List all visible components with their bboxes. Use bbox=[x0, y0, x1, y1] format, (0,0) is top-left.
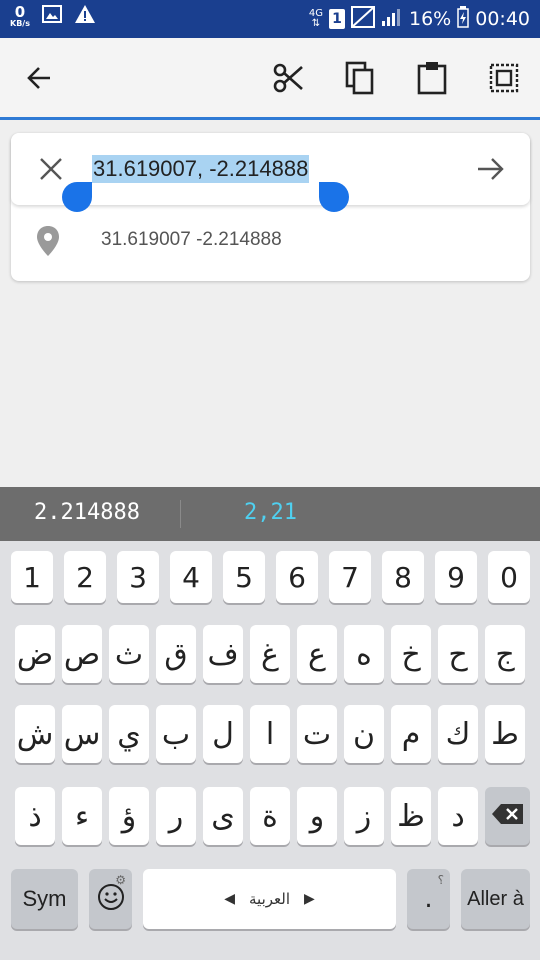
key-sad[interactable]: ص bbox=[62, 625, 102, 683]
key-zay[interactable]: ز bbox=[344, 787, 384, 845]
battery-charging-icon bbox=[457, 5, 469, 33]
clock: 00:40 bbox=[475, 8, 530, 30]
key-ta-marbuta[interactable]: ة bbox=[250, 787, 290, 845]
language-prev-icon: ◀ bbox=[224, 891, 235, 907]
key-waw[interactable]: و bbox=[297, 787, 337, 845]
key-fa[interactable]: ف bbox=[203, 625, 243, 683]
key-jim[interactable]: ج bbox=[485, 625, 525, 683]
key-qaf[interactable]: ق bbox=[156, 625, 196, 683]
key-hha[interactable]: ح bbox=[438, 625, 478, 683]
key-ya[interactable]: ي bbox=[109, 705, 149, 763]
key-6[interactable]: 6 bbox=[276, 551, 318, 603]
result-coordinates: 31.619007 -2.214888 bbox=[101, 229, 282, 250]
search-result-item[interactable]: 31.619007 -2.214888 bbox=[11, 205, 530, 281]
no-signal-icon bbox=[351, 5, 375, 33]
punctuation-main: . bbox=[424, 884, 433, 914]
key-sin[interactable]: س bbox=[62, 705, 102, 763]
search-bar: 31.619007, -2.214888 bbox=[11, 133, 530, 212]
status-bar: 0 KB/s 4G ⇅ 1 16% 00:40 bbox=[0, 0, 540, 38]
key-dhal[interactable]: ذ bbox=[15, 787, 55, 845]
key-9[interactable]: 9 bbox=[435, 551, 477, 603]
space-key[interactable]: ◀ العربية ▶ bbox=[143, 869, 396, 929]
go-arrow-icon[interactable] bbox=[474, 153, 506, 185]
select-all-icon[interactable] bbox=[486, 60, 522, 96]
key-mim[interactable]: م bbox=[391, 705, 431, 763]
smiley-icon bbox=[96, 882, 126, 916]
keyboard: 1 2 3 4 5 6 7 8 9 0 ض ص ث ق ف غ ع ه خ ح … bbox=[0, 541, 540, 960]
space-language-label: العربية bbox=[249, 890, 290, 908]
language-next-icon: ▶ bbox=[304, 891, 315, 907]
network-type-label: 4G bbox=[308, 8, 323, 19]
punctuation-hint: ؟ bbox=[437, 873, 444, 887]
sym-key[interactable]: Sym bbox=[11, 869, 78, 929]
paste-clipboard-icon[interactable] bbox=[414, 60, 450, 96]
key-0[interactable]: 0 bbox=[488, 551, 530, 603]
key-4[interactable]: 4 bbox=[170, 551, 212, 603]
location-pin-icon bbox=[35, 225, 61, 261]
enter-go-key[interactable]: Aller à bbox=[461, 869, 530, 929]
network-type: 4G ⇅ bbox=[308, 8, 323, 29]
copy-icon[interactable] bbox=[342, 60, 378, 96]
suggestion-secondary[interactable]: 2,21 bbox=[244, 500, 297, 525]
key-dad[interactable]: ض bbox=[15, 625, 55, 683]
key-ra[interactable]: ر bbox=[156, 787, 196, 845]
key-tha[interactable]: ث bbox=[109, 625, 149, 683]
key-lam[interactable]: ل bbox=[203, 705, 243, 763]
selection-toolbar bbox=[0, 38, 540, 120]
key-5[interactable]: 5 bbox=[223, 551, 265, 603]
key-nun[interactable]: ن bbox=[344, 705, 384, 763]
key-kaf[interactable]: ك bbox=[438, 705, 478, 763]
key-ta[interactable]: ت bbox=[297, 705, 337, 763]
key-8[interactable]: 8 bbox=[382, 551, 424, 603]
key-ayn[interactable]: ع bbox=[297, 625, 337, 683]
network-speed: 0 KB/s bbox=[10, 2, 30, 28]
punctuation-key[interactable]: . ؟ bbox=[407, 869, 450, 929]
emoji-key[interactable]: ⚙ bbox=[89, 869, 132, 929]
keyboard-suggestion-strip: 2.214888 2,21 bbox=[0, 487, 540, 541]
key-3[interactable]: 3 bbox=[117, 551, 159, 603]
image-notification-icon bbox=[41, 4, 62, 28]
cut-scissors-icon[interactable] bbox=[270, 60, 306, 96]
battery-percent: 16% bbox=[409, 8, 452, 30]
key-2[interactable]: 2 bbox=[64, 551, 106, 603]
network-speed-value: 0 bbox=[14, 2, 26, 21]
backspace-key[interactable] bbox=[485, 787, 530, 845]
key-1[interactable]: 1 bbox=[11, 551, 53, 603]
key-ha[interactable]: ه bbox=[344, 625, 384, 683]
key-waw-hamza[interactable]: ؤ bbox=[109, 787, 149, 845]
search-input[interactable]: 31.619007, -2.214888 bbox=[92, 155, 310, 183]
key-ghayn[interactable]: غ bbox=[250, 625, 290, 683]
key-hamza[interactable]: ء bbox=[62, 787, 102, 845]
network-speed-unit: KB/s bbox=[10, 18, 30, 28]
key-alif[interactable]: ا bbox=[250, 705, 290, 763]
key-kha[interactable]: خ bbox=[391, 625, 431, 683]
key-7[interactable]: 7 bbox=[329, 551, 371, 603]
clear-search-icon[interactable] bbox=[35, 153, 67, 185]
key-alif-maqsura[interactable]: ى bbox=[203, 787, 243, 845]
settings-gear-icon: ⚙ bbox=[115, 873, 126, 887]
warning-icon bbox=[74, 4, 96, 28]
search-card: 31.619007, -2.214888 31.619007 -2.214888 bbox=[11, 133, 530, 281]
back-arrow-icon[interactable] bbox=[21, 60, 57, 96]
signal-strength-icon bbox=[381, 7, 403, 32]
key-dha[interactable]: ظ bbox=[391, 787, 431, 845]
key-ba[interactable]: ب bbox=[156, 705, 196, 763]
backspace-icon bbox=[491, 803, 525, 829]
key-dal[interactable]: د bbox=[438, 787, 478, 845]
suggestion-divider bbox=[180, 500, 181, 528]
sim-slot-badge: 1 bbox=[329, 9, 345, 29]
key-tta[interactable]: ط bbox=[485, 705, 525, 763]
suggestion-primary[interactable]: 2.214888 bbox=[34, 500, 140, 525]
key-shin[interactable]: ش bbox=[15, 705, 55, 763]
